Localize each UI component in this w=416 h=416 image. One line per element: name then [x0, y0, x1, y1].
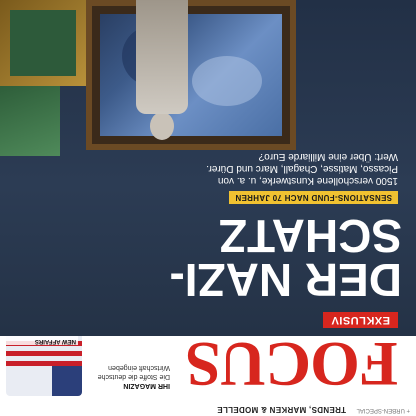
gold-frame	[0, 0, 86, 86]
cover-art: EXKLUSIV DER NAZI- SCHATZ SENSATIONS-FUN…	[0, 0, 416, 336]
figure-head	[150, 112, 174, 140]
promo-box: IHR MAGAZIN Die Stoffe die deutsche Wirt…	[88, 363, 170, 390]
headline-line-2: SCHATZ	[218, 210, 402, 262]
focus-logo: FOCUS	[186, 329, 398, 400]
figure-body	[136, 0, 188, 114]
gold-frame-canvas	[10, 10, 76, 76]
inset-label: NEW AFFAIRS	[6, 336, 78, 345]
paint-stroke	[192, 56, 262, 106]
exclusive-badge: EXKLUSIV	[322, 312, 398, 328]
masthead: FOCUS IHR MAGAZIN Die Stoffe die deutsch…	[0, 329, 416, 400]
flag-stripe	[6, 351, 82, 356]
flag-stripe	[6, 361, 82, 366]
strip-prefix: + URBEN-SPECIAL	[356, 407, 410, 413]
teaser-text: 1500 verschollene Kunstwerke, u. a. von …	[206, 151, 398, 186]
green-painting	[0, 86, 60, 156]
kicker: SENSATIONS-FUND NACH 70 JAHREN	[229, 191, 398, 204]
top-strip: + URBEN-SPECIAL TRENDS, MARKEN & MODELLE	[0, 399, 416, 416]
inset-image: NEW AFFAIRS	[6, 332, 82, 396]
person-figure	[126, 0, 196, 140]
headline: DER NAZI- SCHATZ	[82, 210, 402, 306]
promo-title: IHR MAGAZIN	[123, 382, 170, 389]
strip-text: TRENDS, MARKEN & MODELLE	[217, 405, 346, 414]
headline-line-1: DER NAZI-	[169, 254, 402, 306]
magazine-cover: + URBEN-SPECIAL TRENDS, MARKEN & MODELLE…	[0, 0, 416, 416]
flag-canton	[52, 366, 82, 396]
promo-text: Die Stoffe die deutsche Wirtschaft einge…	[97, 364, 170, 380]
